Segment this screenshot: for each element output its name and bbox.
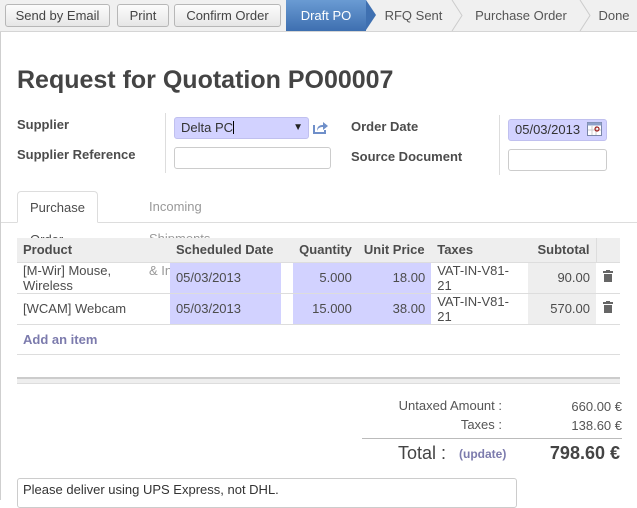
add-item-row: Add an item <box>17 324 620 355</box>
field-divider <box>165 113 166 173</box>
tab-purchase-order[interactable]: Purchase Order <box>17 191 98 247</box>
unit-price-cell[interactable]: 38.00 <box>357 293 432 325</box>
notes-textarea[interactable]: Please deliver using UPS Express, not DH… <box>17 478 517 508</box>
confirm-order-button[interactable]: Confirm Order <box>174 4 281 27</box>
chevron-separator-icon <box>579 0 591 31</box>
trash-icon[interactable] <box>603 270 613 282</box>
tab-incoming-shipments-invoices[interactable]: Incoming Shipments & Invoices <box>137 191 222 278</box>
table-row[interactable]: [M-Wir] Mouse, Wireless 05/03/2013 5.000… <box>17 262 620 294</box>
order-lines-table: Product Scheduled Date Quantity Unit Pri… <box>17 238 620 355</box>
untaxed-amount-value: 660.00 € <box>571 399 622 414</box>
product-cell[interactable]: [WCAM] Webcam <box>17 293 170 325</box>
section-separator <box>17 377 620 384</box>
column-header-subtotal[interactable]: Subtotal <box>528 238 596 263</box>
supplier-field[interactable]: Delta PC ▼ <box>174 117 309 139</box>
taxes-cell[interactable]: VAT-IN-V81-21 <box>431 262 529 294</box>
delete-row-button[interactable] <box>596 262 620 294</box>
untaxed-amount-label: Untaxed Amount : <box>398 398 502 413</box>
dropdown-arrow-icon[interactable]: ▼ <box>293 118 303 138</box>
order-date-value: 05/03/2013 <box>515 122 581 137</box>
subtotal-cell: 90.00 <box>528 262 596 294</box>
status-done[interactable]: Done <box>591 0 637 31</box>
chevron-separator-icon <box>451 0 463 31</box>
scheduled-date-cell[interactable]: 05/03/2013 <box>169 293 282 325</box>
quantity-cell[interactable]: 15.000 <box>293 293 358 325</box>
subtotal-cell: 570.00 <box>528 293 596 325</box>
column-header-taxes[interactable]: Taxes <box>431 238 529 263</box>
unit-price-cell[interactable]: 18.00 <box>357 262 432 294</box>
scheduled-date-cell[interactable]: 05/03/2013 <box>169 262 282 294</box>
table-header-row: Product Scheduled Date Quantity Unit Pri… <box>17 238 620 263</box>
supplier-reference-label: Supplier Reference <box>17 147 136 162</box>
print-button[interactable]: Print <box>117 4 169 27</box>
source-document-input[interactable] <box>508 149 607 171</box>
quantity-cell[interactable]: 5.000 <box>293 262 358 294</box>
status-arrow <box>366 0 376 30</box>
update-totals-link[interactable]: (update) <box>459 447 506 461</box>
send-by-email-button[interactable]: Send by Email <box>5 4 110 27</box>
source-document-label: Source Document <box>351 149 463 164</box>
supplier-label: Supplier <box>17 117 70 132</box>
taxes-value: 138.60 € <box>571 418 622 433</box>
status-draft-po[interactable]: Draft PO <box>286 0 366 31</box>
column-header-unit-price[interactable]: Unit Price <box>357 238 432 263</box>
supplier-reference-input[interactable] <box>174 147 331 169</box>
text-cursor <box>233 121 235 134</box>
calendar-icon[interactable] <box>587 122 602 136</box>
delete-row-button[interactable] <box>596 293 620 325</box>
totals-divider <box>362 438 622 439</box>
taxes-cell[interactable]: VAT-IN-V81-21 <box>431 293 529 325</box>
supplier-value: Delta PC <box>181 120 234 135</box>
order-date-label: Order Date <box>351 119 419 134</box>
column-header-product[interactable]: Product <box>17 238 170 263</box>
field-divider <box>499 115 500 175</box>
trash-icon[interactable] <box>603 301 613 313</box>
taxes-label: Taxes : <box>460 417 502 432</box>
column-header-quantity[interactable]: Quantity <box>293 238 358 263</box>
product-cell[interactable]: [M-Wir] Mouse, Wireless <box>17 262 170 294</box>
column-header-scheduled-date[interactable]: Scheduled Date <box>169 238 282 263</box>
add-an-item-link[interactable]: Add an item <box>23 332 97 347</box>
external-link-icon[interactable] <box>312 120 329 135</box>
total-value: 798.60 € <box>549 443 620 463</box>
status-rfq-sent[interactable]: RFQ Sent <box>376 0 451 31</box>
total-label: Total : <box>398 443 447 463</box>
toolbar: Send by Email Print Confirm Order Draft … <box>0 0 637 32</box>
page-title: Request for Quotation PO00007 <box>17 66 394 94</box>
table-row[interactable]: [WCAM] Webcam 05/03/2013 15.000 38.00 VA… <box>17 293 620 325</box>
status-purchase-order[interactable]: Purchase Order <box>463 0 579 31</box>
